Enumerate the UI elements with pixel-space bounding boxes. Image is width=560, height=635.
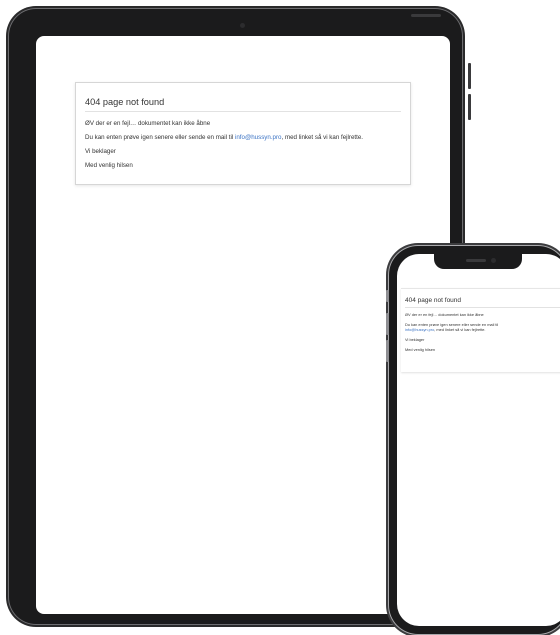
mobile-title-divider <box>405 307 560 308</box>
mobile-page-title: 404 page not found <box>405 297 462 304</box>
phone-frame: 404 page not found ØV der er en fejl… do… <box>386 245 560 635</box>
mobile-contact-line2: info@hussyn.pro, med linket så vi kan fe… <box>405 327 486 332</box>
tablet-volume-up <box>468 63 471 89</box>
phone-volume-up <box>386 313 389 335</box>
mobile-error-message: ØV der er en fejl… dokumentet kan ikke å… <box>405 312 484 317</box>
apology-text: Vi beklager <box>85 148 116 155</box>
phone-volume-down <box>386 340 389 362</box>
mobile-contact-after: , med linket så vi kan fejlrette. <box>434 327 486 332</box>
front-camera-icon <box>491 258 496 263</box>
phone-silent-switch <box>386 290 389 302</box>
contact-text-before: Du kan enten prøve igen senere eller sen… <box>85 134 235 141</box>
signoff-text: Med venlig hilsen <box>85 162 133 169</box>
phone-notch <box>434 254 522 269</box>
tablet-volume-down <box>468 94 471 120</box>
contact-message: Du kan enten prøve igen senere eller sen… <box>85 134 363 141</box>
mobile-apology-text: Vi beklager <box>405 337 425 342</box>
tablet-camera-icon <box>240 23 245 28</box>
contact-text-after: , med linket så vi kan fejlrette. <box>281 134 364 141</box>
mobile-email-link[interactable]: info@hussyn.pro <box>405 327 434 332</box>
phone-screen: 404 page not found ØV der er en fejl… do… <box>397 254 560 626</box>
title-divider <box>85 111 401 112</box>
error-card: 404 page not found ØV der er en fejl… do… <box>75 82 411 185</box>
tablet-top-button <box>411 14 441 17</box>
error-message: ØV der er en fejl… dokumentet kan ikke å… <box>85 120 211 127</box>
email-link[interactable]: info@hussyn.pro <box>235 134 282 141</box>
mobile-error-card: 404 page not found ØV der er en fejl… do… <box>401 288 560 372</box>
speaker-icon <box>466 259 486 262</box>
page-title: 404 page not found <box>85 97 165 107</box>
mobile-signoff-text: Med venlig hilsen <box>405 347 436 352</box>
